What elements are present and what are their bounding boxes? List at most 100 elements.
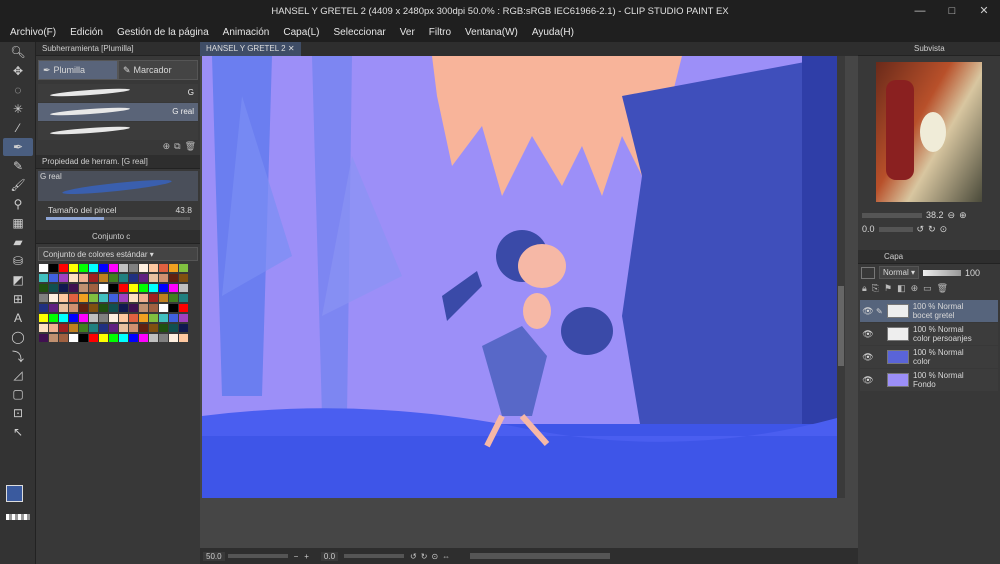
subview-zoom-value[interactable]: 38.2 bbox=[926, 210, 944, 220]
color-swatch[interactable] bbox=[79, 334, 88, 342]
color-swatch[interactable] bbox=[109, 294, 118, 302]
vertical-scrollbar[interactable] bbox=[837, 56, 845, 498]
opacity-slider[interactable] bbox=[923, 269, 962, 276]
pen-icon[interactable]: ✒ bbox=[3, 138, 33, 156]
color-swatch[interactable] bbox=[149, 304, 158, 312]
close-icon[interactable]: ✕ bbox=[288, 44, 295, 53]
menu-ver[interactable]: Ver bbox=[400, 27, 415, 38]
color-swatch[interactable] bbox=[149, 334, 158, 342]
color-swatch[interactable] bbox=[119, 274, 128, 282]
color-swatch[interactable] bbox=[69, 304, 78, 312]
add-brush-icon[interactable]: ⊕ bbox=[163, 141, 171, 155]
color-swatch[interactable] bbox=[139, 284, 148, 292]
color-swatch[interactable] bbox=[109, 334, 118, 342]
magic-wand-icon[interactable]: ✳ bbox=[3, 100, 33, 118]
color-swatch[interactable] bbox=[129, 314, 138, 322]
color-swatch[interactable] bbox=[89, 294, 98, 302]
color-swatch[interactable] bbox=[69, 274, 78, 282]
layer-item-color[interactable]: 👁︎ 100 % Normal color bbox=[860, 346, 998, 368]
layer-color-icon[interactable] bbox=[861, 266, 875, 279]
object-icon[interactable]: ↖ bbox=[3, 423, 33, 441]
color-swatch[interactable] bbox=[149, 264, 158, 272]
brush-size-slider[interactable] bbox=[46, 217, 190, 220]
menu-capa[interactable]: Capa(L) bbox=[283, 27, 319, 38]
color-swatch[interactable] bbox=[149, 284, 158, 292]
brush-size-value[interactable]: 43.8 bbox=[175, 205, 192, 215]
color-swatch[interactable] bbox=[49, 304, 58, 312]
delete-layer-icon[interactable]: 🗑︎ bbox=[937, 283, 948, 294]
color-swatch[interactable] bbox=[39, 284, 48, 292]
color-swatch[interactable] bbox=[99, 314, 108, 322]
copy-brush-icon[interactable]: ⧉ bbox=[174, 141, 180, 155]
rotate-right-icon[interactable]: ↻ bbox=[421, 552, 428, 561]
color-swatch[interactable] bbox=[129, 304, 138, 312]
color-swatch[interactable] bbox=[139, 324, 148, 332]
balloon-icon[interactable]: ◯ bbox=[3, 328, 33, 346]
color-swatch[interactable] bbox=[39, 294, 48, 302]
menu-archivo[interactable]: Archivo(F) bbox=[10, 27, 56, 38]
color-swatch[interactable] bbox=[69, 264, 78, 272]
zoom-out-icon[interactable]: ⊖ bbox=[948, 210, 956, 221]
close-button[interactable]: ✕ bbox=[968, 0, 1000, 22]
color-swatch[interactable] bbox=[159, 284, 168, 292]
color-swatch[interactable] bbox=[109, 304, 118, 312]
move-icon[interactable]: ✥ bbox=[3, 62, 33, 80]
color-swatch[interactable] bbox=[149, 314, 158, 322]
zoom-in-icon[interactable]: + bbox=[304, 552, 309, 561]
color-swatch[interactable] bbox=[169, 294, 178, 302]
color-swatch[interactable] bbox=[59, 294, 68, 302]
color-swatch[interactable] bbox=[69, 314, 78, 322]
eraser-icon[interactable]: ▰ bbox=[3, 233, 33, 251]
color-swatch[interactable] bbox=[99, 294, 108, 302]
color-swatch[interactable] bbox=[59, 264, 68, 272]
color-swatch[interactable] bbox=[49, 324, 58, 332]
new-layer-icon[interactable]: ⊕ bbox=[911, 283, 919, 294]
menu-ayuda[interactable]: Ayuda(H) bbox=[532, 27, 574, 38]
color-swatch[interactable] bbox=[49, 334, 58, 342]
color-swatch[interactable] bbox=[149, 324, 158, 332]
menu-edicion[interactable]: Edición bbox=[70, 27, 103, 38]
color-swatch[interactable] bbox=[129, 274, 138, 282]
color-swatch[interactable] bbox=[59, 304, 68, 312]
maximize-button[interactable]: □ bbox=[936, 0, 968, 22]
color-swatch[interactable] bbox=[109, 324, 118, 332]
eye-icon[interactable]: 👁︎ bbox=[860, 375, 876, 385]
decoration-icon[interactable]: ▦ bbox=[3, 214, 33, 232]
color-swatch[interactable] bbox=[159, 314, 168, 322]
blend-mode-dropdown[interactable]: Normal ▾ bbox=[879, 266, 920, 279]
color-swatch[interactable] bbox=[109, 314, 118, 322]
color-swatch[interactable] bbox=[179, 294, 188, 302]
color-swatch[interactable] bbox=[99, 264, 108, 272]
color-swatch[interactable] bbox=[49, 294, 58, 302]
color-swatch[interactable] bbox=[69, 294, 78, 302]
color-swatch[interactable] bbox=[129, 334, 138, 342]
color-swatch[interactable] bbox=[119, 324, 128, 332]
tab-capa[interactable]: Capa bbox=[884, 252, 903, 261]
color-swatch[interactable] bbox=[169, 334, 178, 342]
rotate-left-icon[interactable]: ↺ bbox=[917, 224, 925, 235]
color-swatch[interactable] bbox=[179, 334, 188, 342]
figure-icon[interactable]: ▢ bbox=[3, 385, 33, 403]
pencil-icon[interactable]: ✎ bbox=[3, 157, 33, 175]
color-swatch[interactable] bbox=[139, 334, 148, 342]
eye-icon[interactable]: 👁︎ bbox=[860, 306, 876, 316]
color-swatch[interactable] bbox=[89, 284, 98, 292]
color-swatch[interactable] bbox=[79, 304, 88, 312]
menu-ventana[interactable]: Ventana(W) bbox=[465, 27, 518, 38]
layer-item-color-persoanjes[interactable]: 👁︎ 100 % Normal color persoanjes bbox=[860, 323, 998, 345]
fill-icon[interactable]: ⛁ bbox=[3, 252, 33, 270]
color-swatch[interactable] bbox=[79, 284, 88, 292]
color-swatch[interactable] bbox=[59, 334, 68, 342]
main-color-swatch[interactable] bbox=[6, 485, 23, 502]
flip-icon[interactable]: ⇔ bbox=[442, 552, 450, 561]
color-swatch[interactable] bbox=[179, 264, 188, 272]
color-swatch[interactable] bbox=[149, 294, 158, 302]
rotate-right-icon[interactable]: ↻ bbox=[928, 224, 936, 235]
color-swatch[interactable] bbox=[39, 304, 48, 312]
menu-animacion[interactable]: Animación bbox=[223, 27, 270, 38]
color-swatch[interactable] bbox=[119, 304, 128, 312]
color-swatch[interactable] bbox=[49, 314, 58, 322]
color-set-dropdown[interactable]: Conjunto de colores estándar ▾ bbox=[38, 247, 198, 261]
zoom-out-icon[interactable]: − bbox=[294, 552, 299, 561]
brush-item-3[interactable] bbox=[38, 122, 198, 140]
